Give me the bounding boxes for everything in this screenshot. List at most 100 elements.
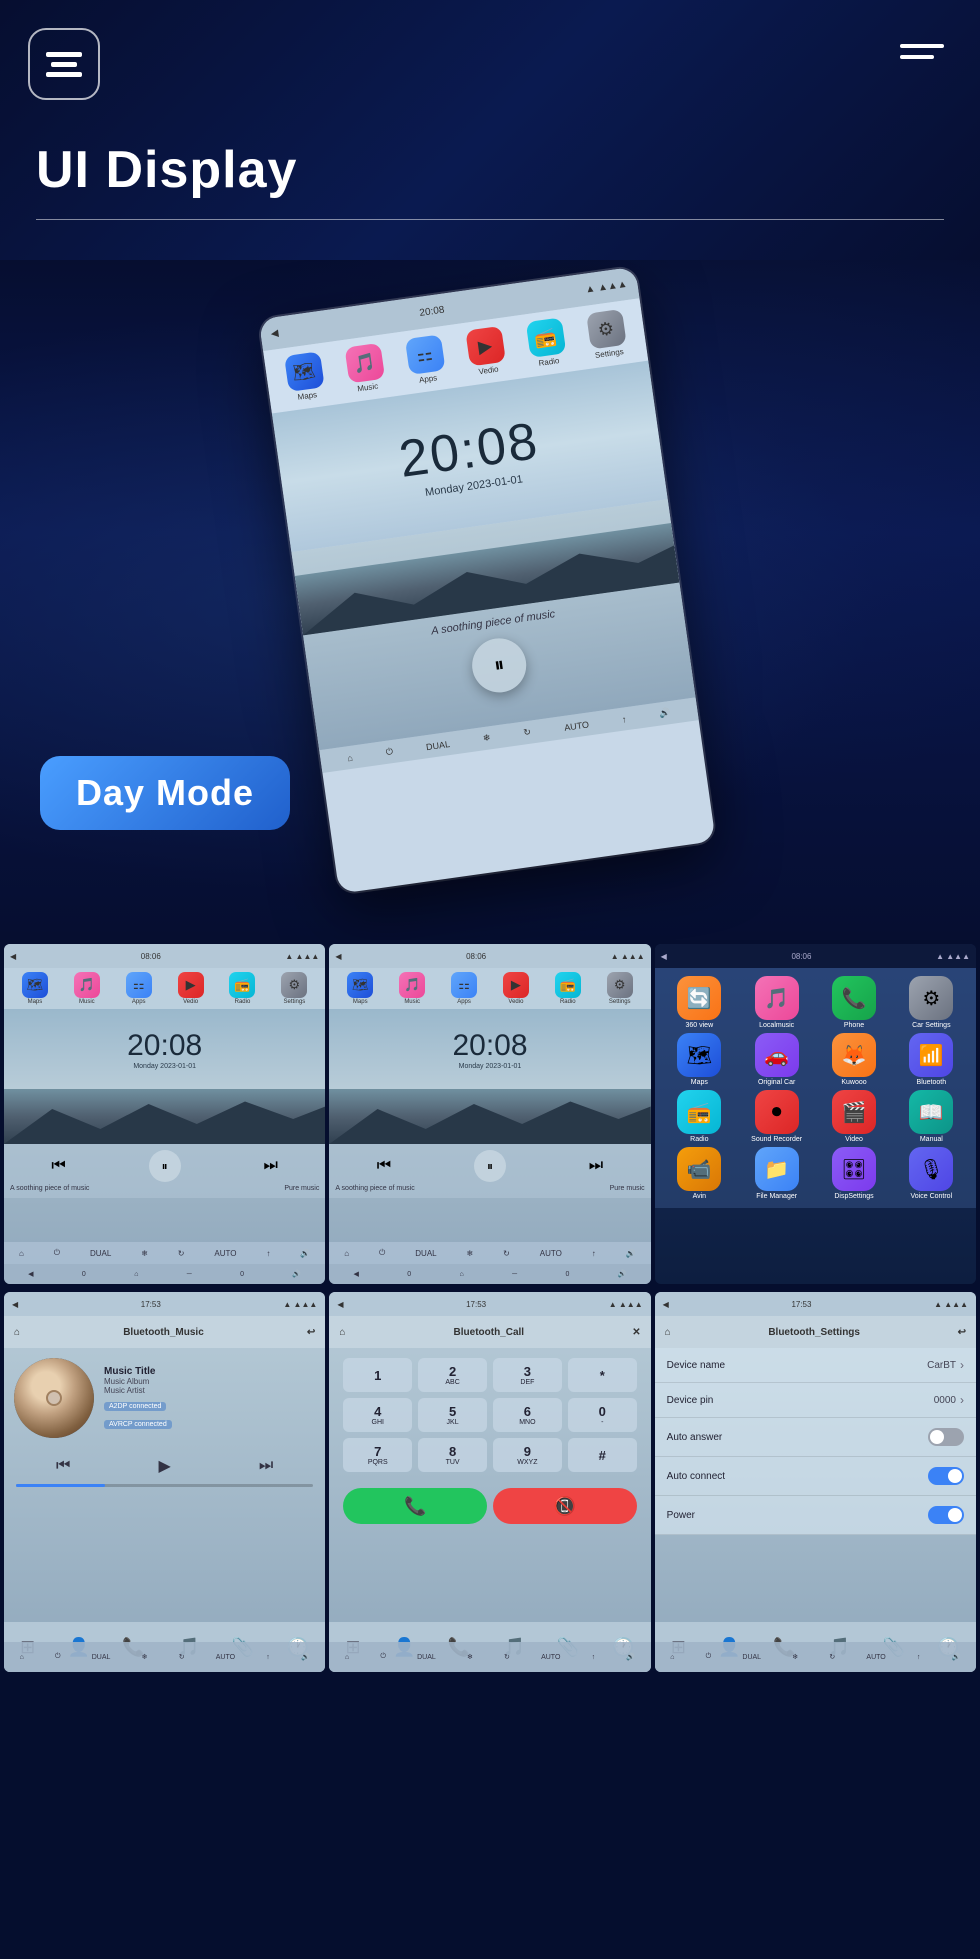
- pb-snow[interactable]: ❄: [482, 732, 491, 744]
- sc2-app-settings[interactable]: ⚙ Settings: [595, 972, 645, 1005]
- sc3-sound-recorder[interactable]: ⏺ Sound Recorder: [740, 1090, 813, 1143]
- bt3-back[interactable]: ◀: [663, 1300, 669, 1309]
- pb-home[interactable]: ⌂: [347, 752, 354, 763]
- sc3-back[interactable]: ◀: [661, 952, 667, 961]
- bt2-bb-snow[interactable]: ❄: [467, 1653, 473, 1661]
- bt1-prev-btn[interactable]: ⏮: [56, 1457, 70, 1475]
- nav-app-radio[interactable]: 📻 Radio: [525, 317, 567, 369]
- sc2-prev[interactable]: ⏮: [377, 1157, 391, 1175]
- nav-app-vedio[interactable]: ▶ Vedio: [465, 326, 507, 378]
- bt2-bb-loop[interactable]: ↻: [504, 1653, 510, 1661]
- sc3-localmusic[interactable]: 🎵 Localmusic: [740, 976, 813, 1029]
- sc2-snow-tab[interactable]: ❄: [467, 1249, 474, 1258]
- bt3-device-name-row[interactable]: Device name CarBT ›: [655, 1348, 976, 1383]
- sc2-home-tab[interactable]: ⌂: [344, 1249, 349, 1258]
- bt3-device-pin-row[interactable]: Device pin 0000 ›: [655, 1383, 976, 1418]
- nav-app-apps[interactable]: ⚏ Apps: [404, 334, 446, 386]
- sc2-vol-tab[interactable]: 🔊: [626, 1249, 636, 1258]
- key-8[interactable]: 8TUV: [418, 1438, 487, 1472]
- nav-app-music[interactable]: 🎵 Music: [344, 343, 386, 395]
- bt1-home-btn[interactable]: ⌂: [14, 1327, 20, 1338]
- bt3-auto-answer-toggle[interactable]: [928, 1428, 964, 1446]
- sc1-power-tab[interactable]: ⏻: [54, 1248, 60, 1258]
- bt1-bb-loop[interactable]: ↻: [179, 1653, 185, 1661]
- key-6[interactable]: 6MNO: [493, 1398, 562, 1432]
- sc1-app-music[interactable]: 🎵 Music: [62, 972, 112, 1005]
- bt1-play-btn[interactable]: ▶: [159, 1456, 171, 1476]
- sc3-maps[interactable]: 🗺 Maps: [663, 1033, 736, 1086]
- sc3-avin[interactable]: 📹 Avin: [663, 1147, 736, 1200]
- sc3-original-car[interactable]: 🚗 Original Car: [740, 1033, 813, 1086]
- sc3-kuwooo[interactable]: 🦊 Kuwooo: [817, 1033, 890, 1086]
- key-2[interactable]: 2ABC: [418, 1358, 487, 1392]
- bt3-home-btn[interactable]: ⌂: [665, 1327, 671, 1338]
- sc1-app-settings[interactable]: ⚙ Settings: [269, 972, 319, 1005]
- bt3-bb-vol[interactable]: 🔊: [952, 1653, 961, 1661]
- phone-back-btn[interactable]: ◀: [270, 327, 279, 339]
- bt2-home-btn[interactable]: ⌂: [339, 1327, 345, 1338]
- sc1-app-maps[interactable]: 🗺 Maps: [10, 972, 60, 1005]
- sc2-power-tab[interactable]: ⏻: [379, 1248, 385, 1258]
- sc1-loop-tab[interactable]: ↻: [178, 1249, 185, 1258]
- sc2-next[interactable]: ⏭: [589, 1157, 603, 1175]
- bt3-bb-up[interactable]: ↑: [917, 1654, 921, 1661]
- bt2-bb-power[interactable]: ⏻: [380, 1653, 386, 1661]
- bt1-bb-up[interactable]: ↑: [266, 1654, 270, 1661]
- sc2-app-vedio[interactable]: ▶ Vedio: [491, 972, 541, 1005]
- sc3-disp-settings[interactable]: 🎛 DispSettings: [817, 1147, 890, 1200]
- pb-vol[interactable]: 🔊: [659, 707, 672, 719]
- sc3-manual[interactable]: 📖 Manual: [895, 1090, 968, 1143]
- sc1-app-radio[interactable]: 📻 Radio: [218, 972, 268, 1005]
- sc3-car-settings[interactable]: ⚙ Car Settings: [895, 976, 968, 1029]
- hamburger-menu[interactable]: [900, 44, 944, 59]
- sc2-app-maps[interactable]: 🗺 Maps: [335, 972, 385, 1005]
- bt2-back[interactable]: ◀: [337, 1300, 343, 1309]
- key-9[interactable]: 9WXYZ: [493, 1438, 562, 1472]
- bt2-bb-vol[interactable]: 🔊: [626, 1653, 635, 1661]
- sc3-360view[interactable]: 🔄 360 view: [663, 976, 736, 1029]
- bt3-bb-loop[interactable]: ↻: [829, 1653, 835, 1661]
- pb-up[interactable]: ↑: [621, 714, 627, 725]
- bt3-back2[interactable]: ↩: [958, 1327, 966, 1338]
- bt3-bb-home[interactable]: ⌂: [670, 1654, 674, 1661]
- bt1-bb-vol[interactable]: 🔊: [301, 1653, 310, 1661]
- sc3-file-manager[interactable]: 📁 File Manager: [740, 1147, 813, 1200]
- bt2-hangup-btn[interactable]: 📵: [493, 1488, 637, 1524]
- key-star[interactable]: *: [568, 1358, 637, 1392]
- sc1-vol-tab[interactable]: 🔊: [300, 1249, 310, 1258]
- sc2-play-btn[interactable]: ⏸: [474, 1150, 506, 1182]
- sc1-snow-tab[interactable]: ❄: [141, 1249, 148, 1258]
- pb-loop[interactable]: ↻: [523, 727, 532, 739]
- sc3-video[interactable]: 🎬 Video: [817, 1090, 890, 1143]
- sc1-play-btn[interactable]: ⏸: [149, 1150, 181, 1182]
- key-3[interactable]: 3DEF: [493, 1358, 562, 1392]
- sc3-voice-control[interactable]: 🎙 Voice Control: [895, 1147, 968, 1200]
- bt2-bb-up[interactable]: ↑: [592, 1654, 596, 1661]
- bt3-auto-connect-toggle[interactable]: [928, 1467, 964, 1485]
- pb-power[interactable]: ⏻: [385, 746, 394, 758]
- sc1-app-apps[interactable]: ⚏ Apps: [114, 972, 164, 1005]
- bt1-bb-snow[interactable]: ❄: [142, 1653, 148, 1661]
- bt1-next-btn[interactable]: ⏭: [259, 1457, 273, 1475]
- sc2-back[interactable]: ◀: [335, 952, 341, 961]
- sc1-home-tab[interactable]: ⌂: [19, 1249, 24, 1258]
- hero-play-button[interactable]: ⏸: [469, 635, 530, 696]
- bt3-bb-power[interactable]: ⏻: [706, 1653, 712, 1661]
- bt1-bb-home[interactable]: ⌂: [20, 1654, 24, 1661]
- nav-app-settings[interactable]: ⚙ Settings: [586, 309, 628, 361]
- sc2-loop-tab[interactable]: ↻: [503, 1249, 510, 1258]
- sc3-bluetooth[interactable]: 📶 Bluetooth: [895, 1033, 968, 1086]
- key-4[interactable]: 4GHI: [343, 1398, 412, 1432]
- key-hash[interactable]: #: [568, 1438, 637, 1472]
- bt1-back[interactable]: ◀: [12, 1300, 18, 1309]
- sc1-back[interactable]: ◀: [10, 952, 16, 961]
- sc1-prev[interactable]: ⏮: [51, 1157, 65, 1175]
- bt3-bb-snow[interactable]: ❄: [792, 1653, 798, 1661]
- sc1-next[interactable]: ⏭: [263, 1157, 277, 1175]
- key-0dash[interactable]: 0-: [568, 1398, 637, 1432]
- sc2-app-apps[interactable]: ⚏ Apps: [439, 972, 489, 1005]
- sc2-up-tab[interactable]: ↑: [592, 1249, 596, 1258]
- key-1[interactable]: 1: [343, 1358, 412, 1392]
- bt3-power-toggle[interactable]: [928, 1506, 964, 1524]
- sc3-radio[interactable]: 📻 Radio: [663, 1090, 736, 1143]
